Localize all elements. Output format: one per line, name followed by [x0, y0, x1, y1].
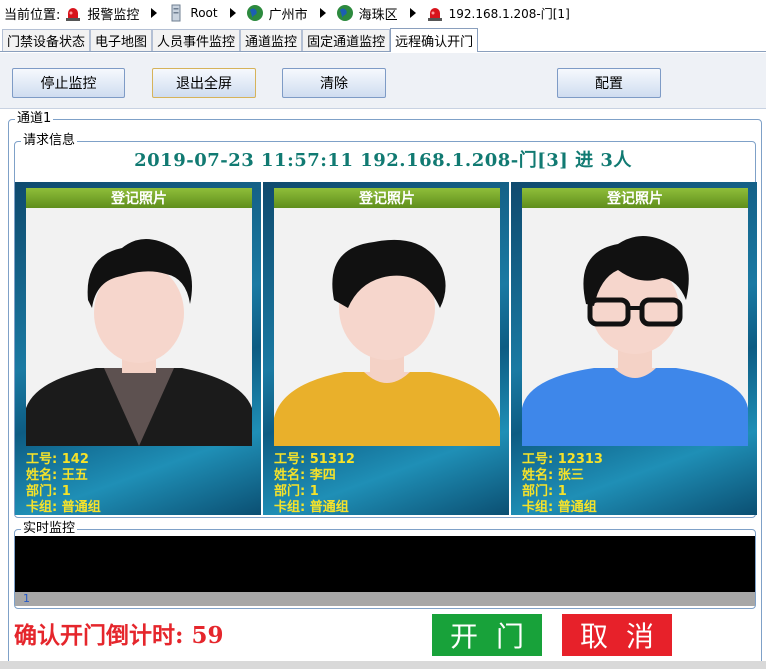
cancel-button[interactable]: 取消: [562, 614, 672, 656]
employee-id: 工号: 142: [26, 452, 89, 467]
breadcrumb-arrow-icon: [409, 8, 416, 18]
breadcrumb-arrow-icon: [229, 8, 236, 18]
employee-dept: 部门: 1: [522, 484, 567, 499]
request-summary: 2019-07-23 11:57:11 192.168.1.208-门[3] 进…: [134, 150, 632, 171]
person-info: 工号: 142 姓名: 王五 部门: 1 卡组: 普通组: [26, 452, 252, 515]
breadcrumb-text: 海珠区: [358, 7, 398, 23]
employee-name: 姓名: 王五: [26, 468, 88, 483]
person-card: 登记照片 工号: 142 姓名: 王五 部门: 1 卡组: 普通组: [15, 182, 261, 515]
tab-channel-monitor[interactable]: 通道监控: [240, 29, 303, 51]
globe-icon: [336, 5, 353, 21]
breadcrumb: 当前位置: 报警监控 Root 广州市 海珠区 192.168.1.208-门[…: [0, 0, 766, 26]
employee-card-group: 卡组: 普通组: [522, 500, 597, 515]
stop-monitor-button[interactable]: 停止监控: [12, 68, 125, 98]
breadcrumb-text: 192.168.1.208-门[1]: [448, 6, 570, 21]
employee-name: 姓名: 张三: [522, 468, 584, 483]
employee-id: 工号: 51312: [274, 452, 355, 467]
registered-photo: [26, 208, 252, 446]
tab-person-event-monitor[interactable]: 人员事件监控: [152, 29, 241, 51]
employee-name: 姓名: 李四: [274, 468, 336, 483]
person-avatar-icon: [522, 236, 748, 446]
registered-photo: [274, 208, 500, 446]
breadcrumb-arrow-icon: [151, 8, 158, 18]
tab-remote-confirm-open[interactable]: 远程确认开门: [390, 28, 479, 52]
bottom-strip: [0, 661, 766, 669]
person-info: 工号: 12313 姓名: 张三 部门: 1 卡组: 普通组: [522, 452, 748, 515]
realtime-video-screen[interactable]: [15, 536, 755, 592]
breadcrumb-item-haizhu[interactable]: 海珠区: [336, 4, 398, 23]
card-header: 登记照片: [26, 188, 252, 208]
employee-card-group: 卡组: 普通组: [26, 500, 101, 515]
config-button[interactable]: 配置: [557, 68, 661, 98]
alarm-light-icon: [427, 8, 442, 21]
card-header: 登记照片: [522, 188, 748, 208]
tab-fixed-channel-monitor[interactable]: 固定通道监控: [302, 29, 391, 51]
realtime-monitor-title: 实时监控: [21, 521, 78, 537]
realtime-status-bar: 1: [15, 592, 755, 606]
open-countdown: 确认开门倒计时: 59: [14, 622, 224, 649]
channel-title: 通道1: [15, 111, 54, 127]
breadcrumb-text: 广州市: [268, 7, 308, 23]
exit-fullscreen-button[interactable]: 退出全屏: [152, 68, 256, 98]
employee-dept: 部门: 1: [26, 484, 71, 499]
globe-icon: [246, 5, 263, 21]
breadcrumb-text: Root: [190, 6, 218, 20]
tab-bar: 门禁设备状态 电子地图 人员事件监控 通道监控 固定通道监控 远程确认开门: [0, 28, 766, 52]
clear-button[interactable]: 清除: [282, 68, 386, 98]
breadcrumb-arrow-icon: [319, 8, 326, 18]
person-card: 登记照片 工号: 12313 姓名: 张三 部门: 1 卡组: 普通组: [511, 182, 757, 515]
breadcrumb-item-alarm[interactable]: 报警监控: [64, 4, 139, 23]
person-info: 工号: 51312 姓名: 李四 部门: 1 卡组: 普通组: [274, 452, 500, 515]
tab-door-device-status[interactable]: 门禁设备状态: [2, 29, 91, 51]
employee-dept: 部门: 1: [274, 484, 319, 499]
employee-card-group: 卡组: 普通组: [274, 500, 349, 515]
breadcrumb-text: 报警监控: [87, 7, 140, 23]
breadcrumb-item-root[interactable]: Root: [167, 4, 218, 22]
server-icon: [171, 4, 181, 22]
breadcrumb-item-door[interactable]: 192.168.1.208-门[1]: [426, 4, 570, 22]
breadcrumb-item-guangzhou[interactable]: 广州市: [246, 4, 308, 23]
alarm-light-icon: [66, 8, 81, 21]
person-avatar-icon: [26, 239, 252, 446]
breadcrumb-label: 当前位置:: [4, 7, 61, 23]
card-header: 登记照片: [274, 188, 500, 208]
registered-photo: [522, 208, 748, 446]
open-door-button[interactable]: 开门: [432, 614, 542, 656]
employee-id: 工号: 12313: [522, 452, 603, 467]
tab-electronic-map[interactable]: 电子地图: [90, 29, 153, 51]
toolbar: 停止监控 退出全屏 清除 配置: [0, 53, 766, 109]
person-avatar-icon: [274, 239, 500, 446]
person-card: 登记照片 工号: 51312 姓名: 李四 部门: 1 卡组: 普通组: [263, 182, 509, 515]
